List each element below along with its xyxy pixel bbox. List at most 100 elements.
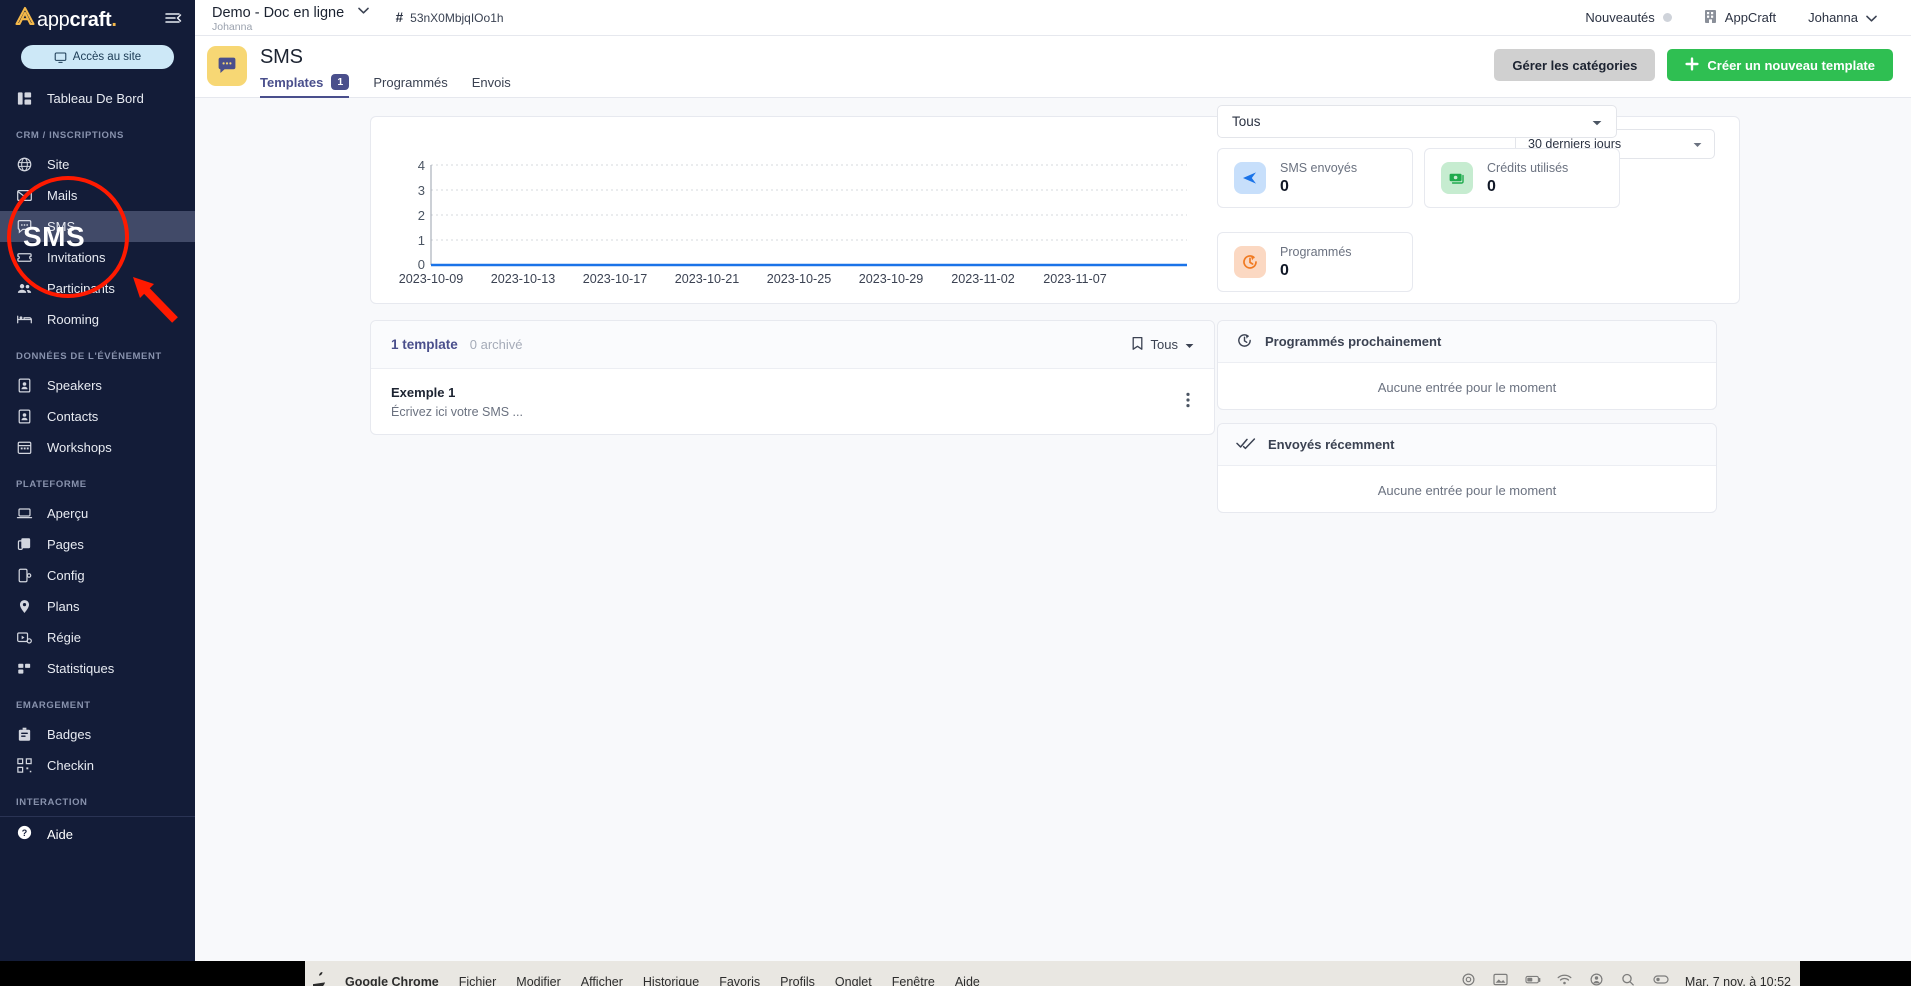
manage-categories-button[interactable]: Gérer les catégories xyxy=(1494,49,1656,81)
sms-page-icon xyxy=(207,46,247,86)
sidebar: appcraft. Accès au site Tableau De Bord … xyxy=(0,0,195,961)
sidebar-item-participants-label: Participants xyxy=(47,281,115,296)
user-account-icon[interactable] xyxy=(1589,973,1604,986)
sidebar-item-participants[interactable]: Participants xyxy=(0,273,195,304)
project-id[interactable]: # 53nX0MbjqIOo1h xyxy=(396,10,504,25)
phone-config-icon xyxy=(16,567,33,584)
macos-active-app[interactable]: Google Chrome xyxy=(345,975,439,986)
tab-templates[interactable]: Templates 1 xyxy=(260,74,361,98)
org-button[interactable]: AppCraft xyxy=(1688,9,1792,27)
screenshot-icon[interactable] xyxy=(1461,973,1476,986)
sidebar-item-regie[interactable]: Régie xyxy=(0,622,195,653)
sidebar-section-emargement: EMARGEMENT xyxy=(16,700,91,711)
sidebar-item-sms[interactable]: SMS xyxy=(0,211,195,242)
sidebar-nav: Tableau De Bord CRM / INSCRIPTIONS Site … xyxy=(0,83,195,961)
sidebar-item-statistiques-label: Statistiques xyxy=(47,661,115,676)
battery-icon[interactable] xyxy=(1525,973,1541,986)
collapse-sidebar-icon[interactable] xyxy=(163,8,183,28)
top-bar: Demo - Doc en ligne Johanna # 53nX0MbjqI… xyxy=(195,0,1911,36)
sidebar-item-invitations[interactable]: Invitations xyxy=(0,242,195,273)
photos-icon[interactable] xyxy=(1493,973,1508,986)
brand-dot: . xyxy=(111,9,117,31)
macos-clock[interactable]: Mar. 7 nov. à 10:52 xyxy=(1685,975,1791,986)
macos-menu-historique[interactable]: Historique xyxy=(643,975,699,986)
macos-menu-favoris[interactable]: Favoris xyxy=(719,975,760,986)
macos-menu-fichier[interactable]: Fichier xyxy=(459,975,497,986)
tab-envois[interactable]: Envois xyxy=(460,74,523,98)
page-header: SMS Templates 1 Programmés Envois Gérer … xyxy=(195,36,1911,98)
project-selector[interactable]: Demo - Doc en ligne Johanna xyxy=(195,2,369,34)
news-label: Nouveautés xyxy=(1585,10,1655,25)
upcoming-scheduled-panel: Programmés prochainement Aucune entrée p… xyxy=(1217,320,1717,410)
chart-x-ticks: 2023-10-09 2023-10-13 2023-10-17 2023-10… xyxy=(399,272,1107,286)
sidebar-item-plans-label: Plans xyxy=(47,599,80,614)
macos-menu-profils[interactable]: Profils xyxy=(780,975,815,986)
stat-card-programmes-label: Programmés xyxy=(1280,244,1352,259)
apple-menu-icon[interactable] xyxy=(310,972,326,986)
stat-card-sms-envoyes-text: SMS envoyés 0 xyxy=(1280,159,1357,198)
user-menu[interactable]: Johanna xyxy=(1792,10,1893,25)
tab-programmes-label: Programmés xyxy=(373,74,448,90)
create-template-button[interactable]: Créer un nouveau template xyxy=(1667,49,1893,81)
sidebar-item-checkin[interactable]: Checkin xyxy=(0,750,195,781)
sidebar-item-apercu[interactable]: Aperçu xyxy=(0,498,195,529)
stat-card-sms-envoyes-value: 0 xyxy=(1280,177,1289,195)
templates-filter-select[interactable]: Tous xyxy=(1131,336,1194,354)
kebab-menu-icon[interactable] xyxy=(1182,388,1194,417)
qr-code-icon xyxy=(16,757,33,774)
appcraft-logo[interactable]: appcraft. xyxy=(14,6,117,30)
sidebar-item-mails[interactable]: Mails xyxy=(0,180,195,211)
sidebar-section-platform: PLATEFORME xyxy=(16,479,87,490)
bed-icon xyxy=(16,311,33,328)
project-owner: Johanna xyxy=(212,21,253,34)
sidebar-item-invitations-label: Invitations xyxy=(47,250,106,265)
macos-menu-onglet[interactable]: Onglet xyxy=(835,975,872,986)
tab-templates-badge: 1 xyxy=(331,74,350,90)
project-name-row: Demo - Doc en ligne xyxy=(212,2,369,22)
sidebar-item-badges-label: Badges xyxy=(47,727,92,742)
sidebar-item-statistiques[interactable]: Statistiques xyxy=(0,653,195,684)
sidebar-item-plans[interactable]: Plans xyxy=(0,591,195,622)
laptop-icon xyxy=(16,505,33,522)
stat-card-sms-envoyes-label: SMS envoyés xyxy=(1280,160,1358,175)
sidebar-item-site[interactable]: Site xyxy=(0,149,195,180)
chart-y-ticks: 4 3 2 1 0 xyxy=(418,158,425,272)
page-actions: Gérer les catégories Créer un nouveau te… xyxy=(1494,49,1893,81)
macos-menu-modifier[interactable]: Modifier xyxy=(516,975,560,986)
macos-menu-aide[interactable]: Aide xyxy=(955,975,980,986)
copy-icon xyxy=(16,536,33,553)
template-description: Écrivez ici votre SMS ... xyxy=(391,405,523,419)
svg-text:4: 4 xyxy=(418,158,425,173)
site-access-button[interactable]: Accès au site xyxy=(21,45,174,69)
upcoming-scheduled-header: Programmés prochainement xyxy=(1218,321,1716,363)
svg-text:2: 2 xyxy=(418,208,425,223)
tab-programmes[interactable]: Programmés xyxy=(361,74,459,98)
sidebar-item-config[interactable]: Config xyxy=(0,560,195,591)
sidebar-item-contacts[interactable]: Contacts xyxy=(0,401,195,432)
sidebar-item-badges[interactable]: Badges xyxy=(0,719,195,750)
table-row[interactable]: Exemple 1 Écrivez ici votre SMS ... xyxy=(371,369,1214,435)
sidebar-item-speakers[interactable]: Speakers xyxy=(0,370,195,401)
sidebar-item-pages[interactable]: Pages xyxy=(0,529,195,560)
sidebar-section-data: DONNÉES DE L'ÉVÉNEMENT xyxy=(16,351,162,362)
svg-text:2023-10-21: 2023-10-21 xyxy=(675,272,739,286)
control-center-icon[interactable] xyxy=(1653,973,1669,986)
wifi-icon[interactable] xyxy=(1557,973,1572,986)
brand-light: app xyxy=(37,9,70,31)
macos-menu-fenetre[interactable]: Fenêtre xyxy=(892,975,935,986)
sms-line-chart: 4 3 2 1 0 2023-10-09 2023-10-13 2023-10-… xyxy=(387,157,1187,287)
search-icon[interactable] xyxy=(1621,973,1636,986)
template-name: Exemple 1 xyxy=(391,385,456,400)
dashboard-icon xyxy=(16,90,33,107)
sidebar-item-workshops[interactable]: Workshops xyxy=(0,432,195,463)
news-button[interactable]: Nouveautés xyxy=(1569,10,1687,25)
sidebar-item-help[interactable]: ? Aide xyxy=(0,817,195,851)
badge-icon xyxy=(16,726,33,743)
category-filter-select[interactable]: Tous xyxy=(1217,105,1617,138)
sms-icon xyxy=(16,218,33,235)
upcoming-scheduled-empty: Aucune entrée pour le moment xyxy=(1377,379,1557,395)
app-root: appcraft. Accès au site Tableau De Bord … xyxy=(0,0,1911,986)
sidebar-item-rooming[interactable]: Rooming xyxy=(0,304,195,335)
sidebar-item-dashboard[interactable]: Tableau De Bord xyxy=(0,83,195,114)
macos-menu-afficher[interactable]: Afficher xyxy=(581,975,623,986)
